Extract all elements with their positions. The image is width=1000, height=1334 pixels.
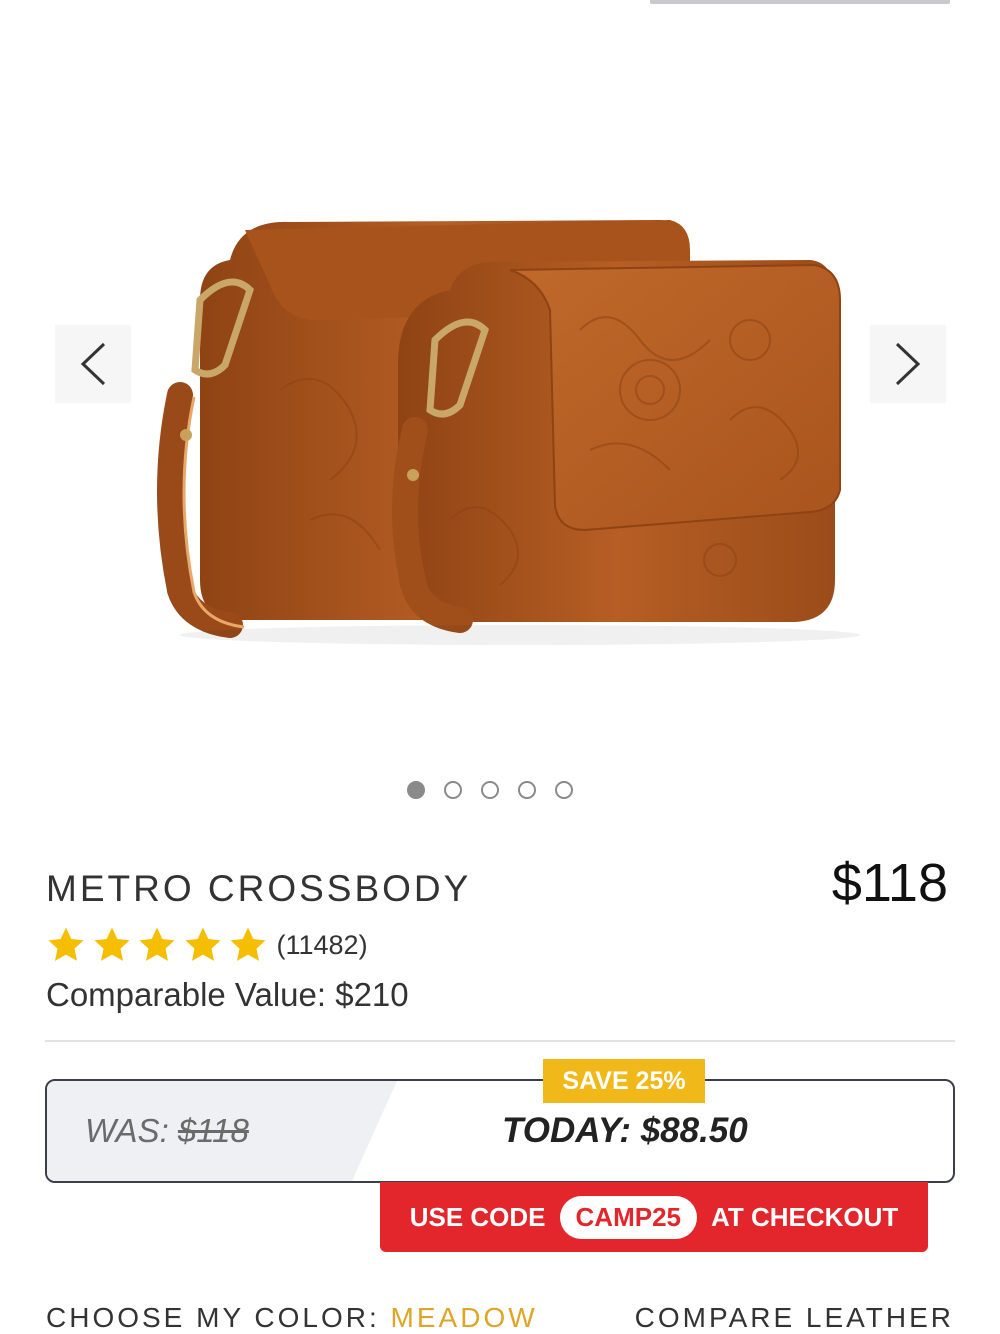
carousel-dot[interactable] bbox=[407, 781, 425, 799]
product-price: $118 bbox=[831, 853, 948, 913]
promo-code-banner: USE CODE CAMP25 AT CHECKOUT bbox=[380, 1182, 928, 1252]
promo-prefix: USE CODE bbox=[409, 1201, 546, 1232]
star-icon bbox=[185, 927, 220, 961]
compare-leather-link[interactable]: COMPARE LEATHER bbox=[635, 1302, 954, 1334]
carousel-next-button[interactable] bbox=[870, 325, 946, 403]
divider bbox=[45, 1040, 955, 1042]
was-price: $118 bbox=[177, 1112, 249, 1149]
deal-box: WAS: $118 TODAY: $88.50 bbox=[45, 1079, 955, 1183]
today-price: TODAY: $88.50 bbox=[502, 1111, 748, 1150]
product-title: METRO CROSSBODY bbox=[46, 868, 472, 909]
carousel-pagination bbox=[407, 781, 573, 799]
star-icon bbox=[230, 927, 266, 961]
promo-suffix: AT CHECKOUT bbox=[711, 1201, 899, 1232]
top-scroll-indicator bbox=[650, 0, 950, 4]
carousel-dot[interactable] bbox=[481, 781, 499, 799]
carousel-prev-button[interactable] bbox=[55, 325, 131, 403]
promo-code[interactable]: CAMP25 bbox=[559, 1195, 697, 1239]
save-badge: SAVE 25% bbox=[543, 1059, 705, 1103]
star-icon bbox=[48, 927, 84, 961]
carousel-dot[interactable] bbox=[444, 781, 462, 799]
choose-color-label: CHOOSE MY COLOR: MEADOW bbox=[46, 1302, 538, 1334]
star-icon bbox=[139, 927, 175, 961]
carousel-dot[interactable] bbox=[555, 781, 573, 799]
star-icon bbox=[94, 927, 129, 961]
was-price-text: WAS: $118 bbox=[85, 1112, 249, 1150]
product-image-carousel[interactable] bbox=[0, 40, 1000, 760]
selected-color-name: MEADOW bbox=[390, 1302, 538, 1333]
product-image-bags bbox=[157, 220, 860, 645]
was-label: WAS: bbox=[85, 1112, 178, 1149]
was-panel-slant bbox=[347, 1081, 397, 1181]
rating-row[interactable]: (11482) bbox=[45, 925, 368, 965]
chevron-left-icon bbox=[80, 342, 106, 386]
choose-color-text: CHOOSE MY COLOR: bbox=[46, 1302, 391, 1333]
review-count[interactable]: (11482) bbox=[277, 930, 368, 961]
carousel-dot[interactable] bbox=[518, 781, 536, 799]
chevron-right-icon bbox=[895, 342, 921, 386]
comparable-value: Comparable Value: $210 bbox=[46, 976, 409, 1013]
